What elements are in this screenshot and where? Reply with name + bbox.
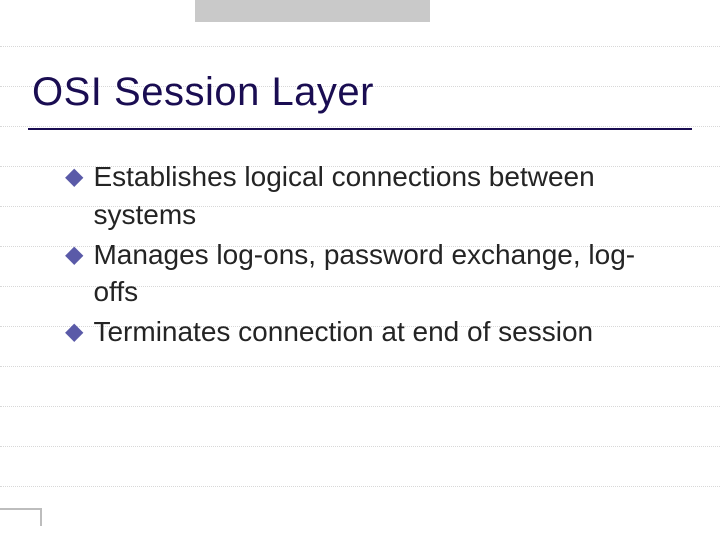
grid-line — [0, 486, 720, 487]
bullet-text: Manages log-ons, password exchange, log-… — [93, 236, 675, 312]
list-item: ◆ Establishes logical connections betwee… — [65, 158, 675, 234]
bullet-text: Establishes logical connections between … — [93, 158, 675, 234]
diamond-bullet-icon: ◆ — [65, 236, 83, 274]
diamond-bullet-icon: ◆ — [65, 158, 83, 196]
grid-line — [0, 126, 720, 127]
grid-line — [0, 366, 720, 367]
grid-line — [0, 446, 720, 447]
diamond-bullet-icon: ◆ — [65, 313, 83, 351]
grid-line — [0, 406, 720, 407]
title-underline — [28, 128, 692, 130]
corner-notch-decoration — [0, 508, 42, 526]
bullet-list: ◆ Establishes logical connections betwee… — [65, 158, 675, 353]
grid-line — [0, 46, 720, 47]
top-accent-bar — [195, 0, 430, 22]
list-item: ◆ Manages log-ons, password exchange, lo… — [65, 236, 675, 312]
list-item: ◆ Terminates connection at end of sessio… — [65, 313, 675, 351]
bullet-text: Terminates connection at end of session — [93, 313, 593, 351]
slide-title: OSI Session Layer — [32, 70, 374, 115]
